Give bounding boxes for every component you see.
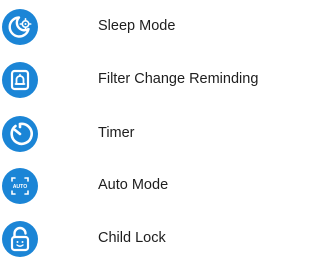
feature-item-timer: Timer <box>0 114 289 154</box>
feature-item-sleep-mode: Sleep Mode <box>0 7 289 47</box>
feature-item-filter-change-reminding: Filter Change Reminding <box>0 60 289 100</box>
feature-label: Filter Change Reminding <box>98 71 259 87</box>
feature-label: Auto Mode <box>98 177 169 193</box>
filter-reminder-icon <box>2 62 38 98</box>
sleep-mode-icon <box>2 9 38 45</box>
auto-mode-icon: AUTO <box>2 168 38 204</box>
feature-label: Child Lock <box>98 230 166 246</box>
feature-item-child-lock: Child Lock <box>0 219 289 259</box>
timer-icon <box>2 116 38 152</box>
auto-icon-text: AUTO <box>13 184 28 190</box>
feature-label: Timer <box>98 125 135 141</box>
child-lock-icon <box>2 221 38 257</box>
feature-item-auto-mode: AUTO Auto Mode <box>0 166 289 206</box>
feature-label: Sleep Mode <box>98 18 176 34</box>
feature-list: Sleep Mode Filter Change Reminding Timer <box>0 0 289 269</box>
